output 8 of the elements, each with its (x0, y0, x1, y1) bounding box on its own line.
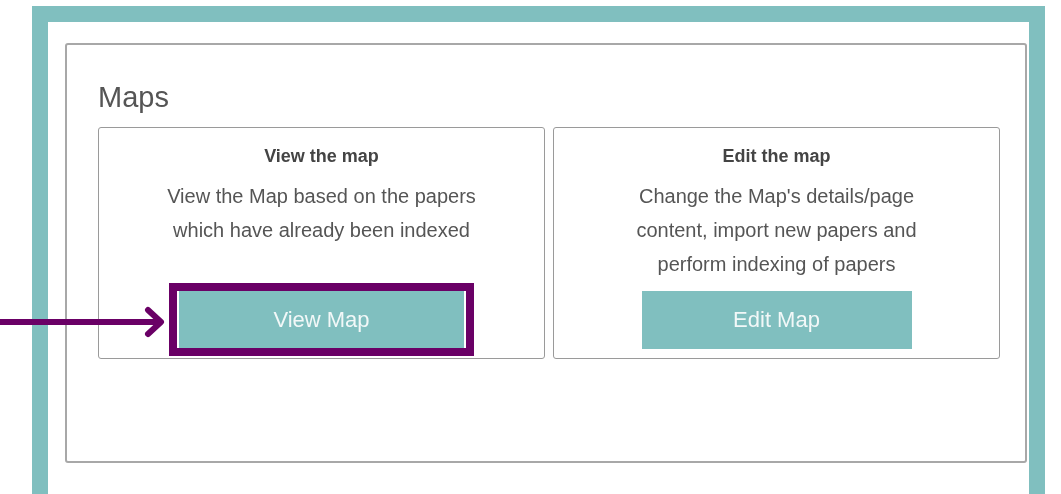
card-description: View the Map based on the papers which have already been indexed (166, 184, 477, 243)
card-title: Edit the map (722, 146, 831, 167)
map-button[interactable]: View Map (179, 291, 464, 349)
card-description: Change the Map's details/page content, import new papers and perform indexing of papers (635, 184, 918, 277)
section-title: Maps (98, 80, 170, 115)
arrow-icon (0, 306, 166, 338)
map-button[interactable]: Edit Map (641, 291, 912, 349)
card-title: View the map (264, 146, 379, 167)
